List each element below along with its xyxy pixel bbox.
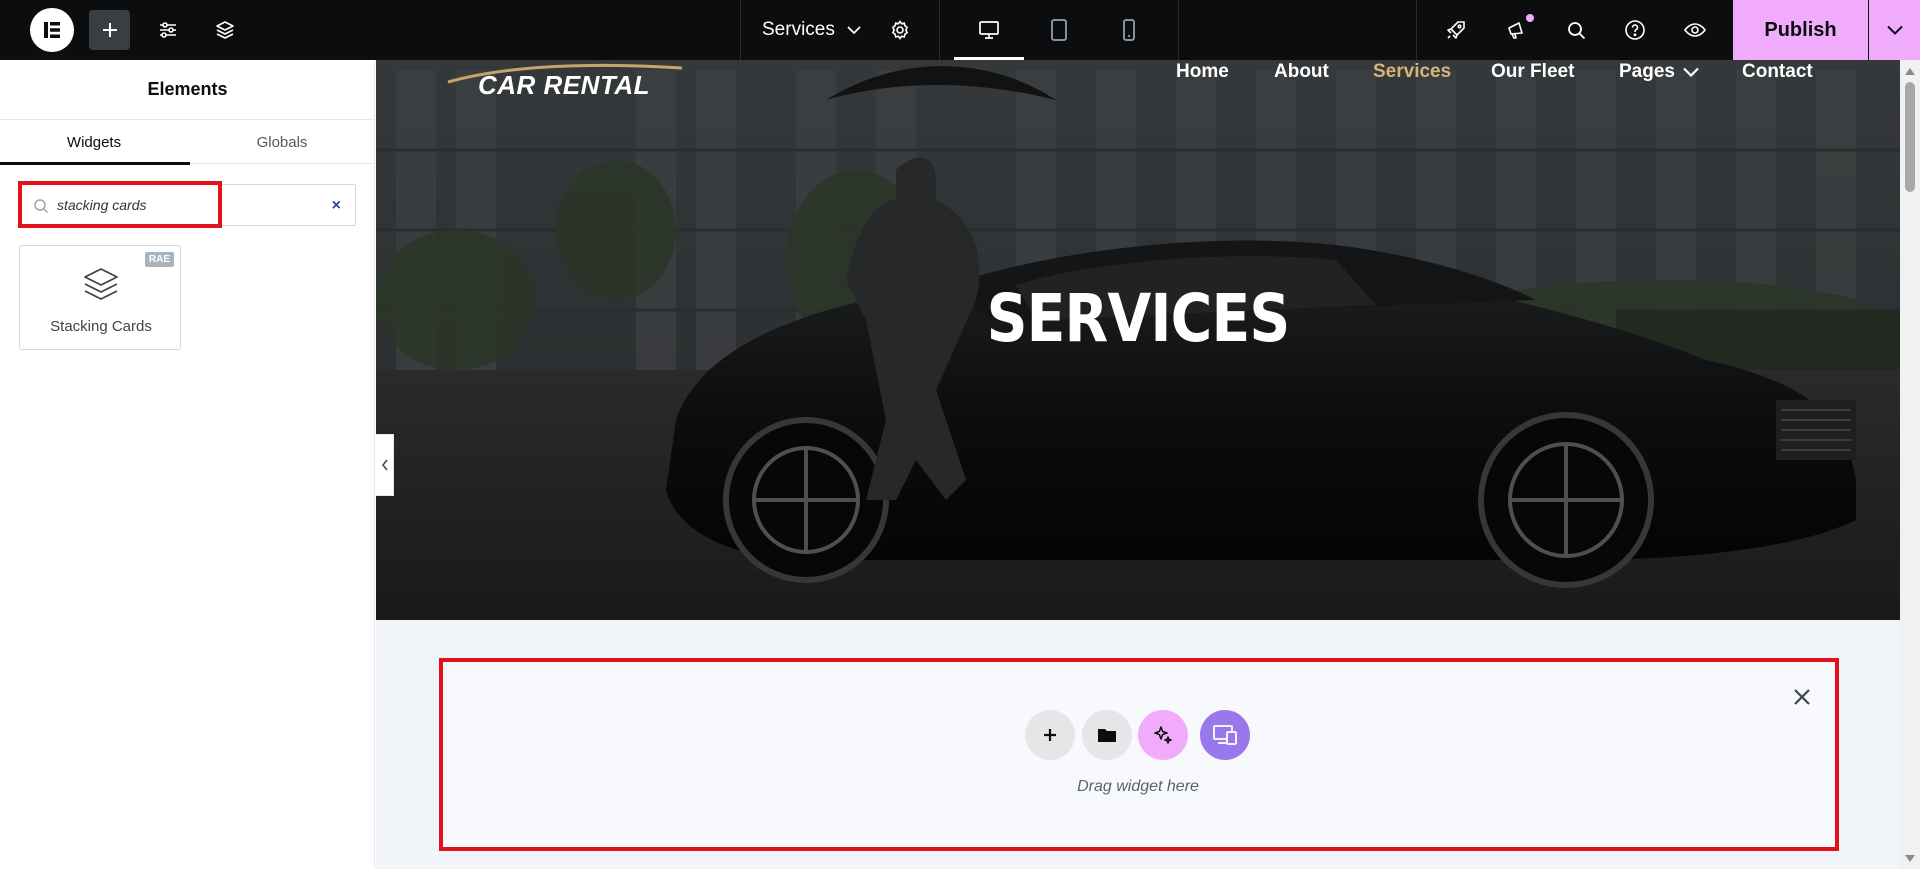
hero-heading[interactable]: SERVICES [483,280,1794,357]
elementor-logo-button[interactable] [30,8,74,52]
megaphone-icon [1508,22,1523,39]
elementor-logo-icon [30,8,74,52]
dropzone-hint: Drag widget here [1077,778,1199,795]
desktop-view-button[interactable] [954,0,1024,60]
chevron-down-icon [1886,25,1903,35]
devices-icon [1213,725,1237,745]
page-title: Services [762,19,835,40]
nav-contact[interactable]: Contact [1742,60,1813,92]
scroll-down-arrow[interactable] [1905,855,1915,862]
nav-services[interactable]: Services [1373,60,1451,92]
tablet-view-button[interactable] [1024,0,1094,60]
chevron-down-icon [1683,67,1699,77]
widget-stacking-cards[interactable]: RAE Stacking Cards [19,245,181,350]
clear-search-button[interactable]: × [332,197,341,215]
nav-about[interactable]: About [1274,60,1329,92]
add-template-button[interactable] [1082,710,1132,760]
launchpad-button[interactable] [1436,0,1476,60]
rocket-icon [1447,21,1465,39]
widget-label: Stacking Cards [50,318,152,335]
search-icon [34,199,49,214]
page-settings-button[interactable] [880,0,920,60]
editor-topbar: Services Publish [0,0,1920,60]
responsive-kit-button[interactable] [1200,710,1250,760]
add-element-button[interactable] [89,10,130,50]
search-icon [1567,21,1585,39]
gear-icon [891,20,909,40]
whats-new-button[interactable] [1496,0,1536,60]
tab-widgets[interactable]: Widgets [0,120,190,165]
mobile-icon [1123,19,1135,41]
panel-title: Elements [0,60,375,120]
site-brand-logo[interactable]: CAR RENTAL [478,70,650,101]
nav-our-fleet[interactable]: Our Fleet [1491,60,1574,92]
ai-builder-button[interactable] [1138,710,1188,760]
plus-icon [1044,729,1056,741]
layers-icon [216,21,234,39]
close-dropzone-button[interactable] [1789,684,1815,710]
search-input[interactable] [57,193,307,217]
elements-panel: Elements Widgets Globals × RAE Stacking … [0,60,375,869]
divider [1416,0,1417,60]
help-icon [1625,20,1645,40]
widget-search: × [18,184,356,226]
nav-pages[interactable]: Pages [1619,60,1699,92]
panel-tabs: Widgets Globals [0,120,376,165]
empty-section-dropzone[interactable] [439,660,1837,851]
preview-button[interactable] [1675,0,1715,60]
folder-icon [1098,729,1116,742]
finder-button[interactable] [1556,0,1596,60]
divider [740,0,741,60]
plus-icon [102,23,117,37]
sliders-icon [160,22,176,38]
scroll-up-arrow[interactable] [1905,68,1915,75]
sparkle-icon [1154,726,1172,744]
scroll-thumb[interactable] [1905,82,1915,192]
tab-globals[interactable]: Globals [188,120,376,164]
chevron-left-icon [381,459,388,471]
add-new-container-button[interactable] [1025,710,1075,760]
eye-icon [1684,23,1706,37]
mobile-view-button[interactable] [1094,0,1164,60]
hero-section[interactable]: CAR RENTAL Home About Services Our Fleet… [376,60,1900,620]
chevron-down-icon [847,26,861,35]
editor-canvas: CAR RENTAL Home About Services Our Fleet… [376,60,1900,869]
nav-home[interactable]: Home [1176,60,1229,92]
tablet-icon [1051,19,1067,41]
desktop-icon [979,21,999,39]
collapse-panel-button[interactable] [376,434,394,496]
site-settings-button[interactable] [148,0,188,60]
divider [1178,0,1179,60]
publish-options-button[interactable] [1869,0,1920,60]
page-title-dropdown[interactable]: Services [762,0,861,60]
publish-button[interactable]: Publish [1733,0,1868,60]
notification-dot [1526,14,1534,22]
layers-icon [84,268,118,300]
nav-pages-label: Pages [1619,61,1675,82]
widget-badge: RAE [144,252,174,267]
canvas-scrollbar[interactable] [1900,60,1920,869]
close-icon [1794,689,1810,705]
structure-button[interactable] [205,0,245,60]
divider [939,0,940,60]
help-button[interactable] [1615,0,1655,60]
